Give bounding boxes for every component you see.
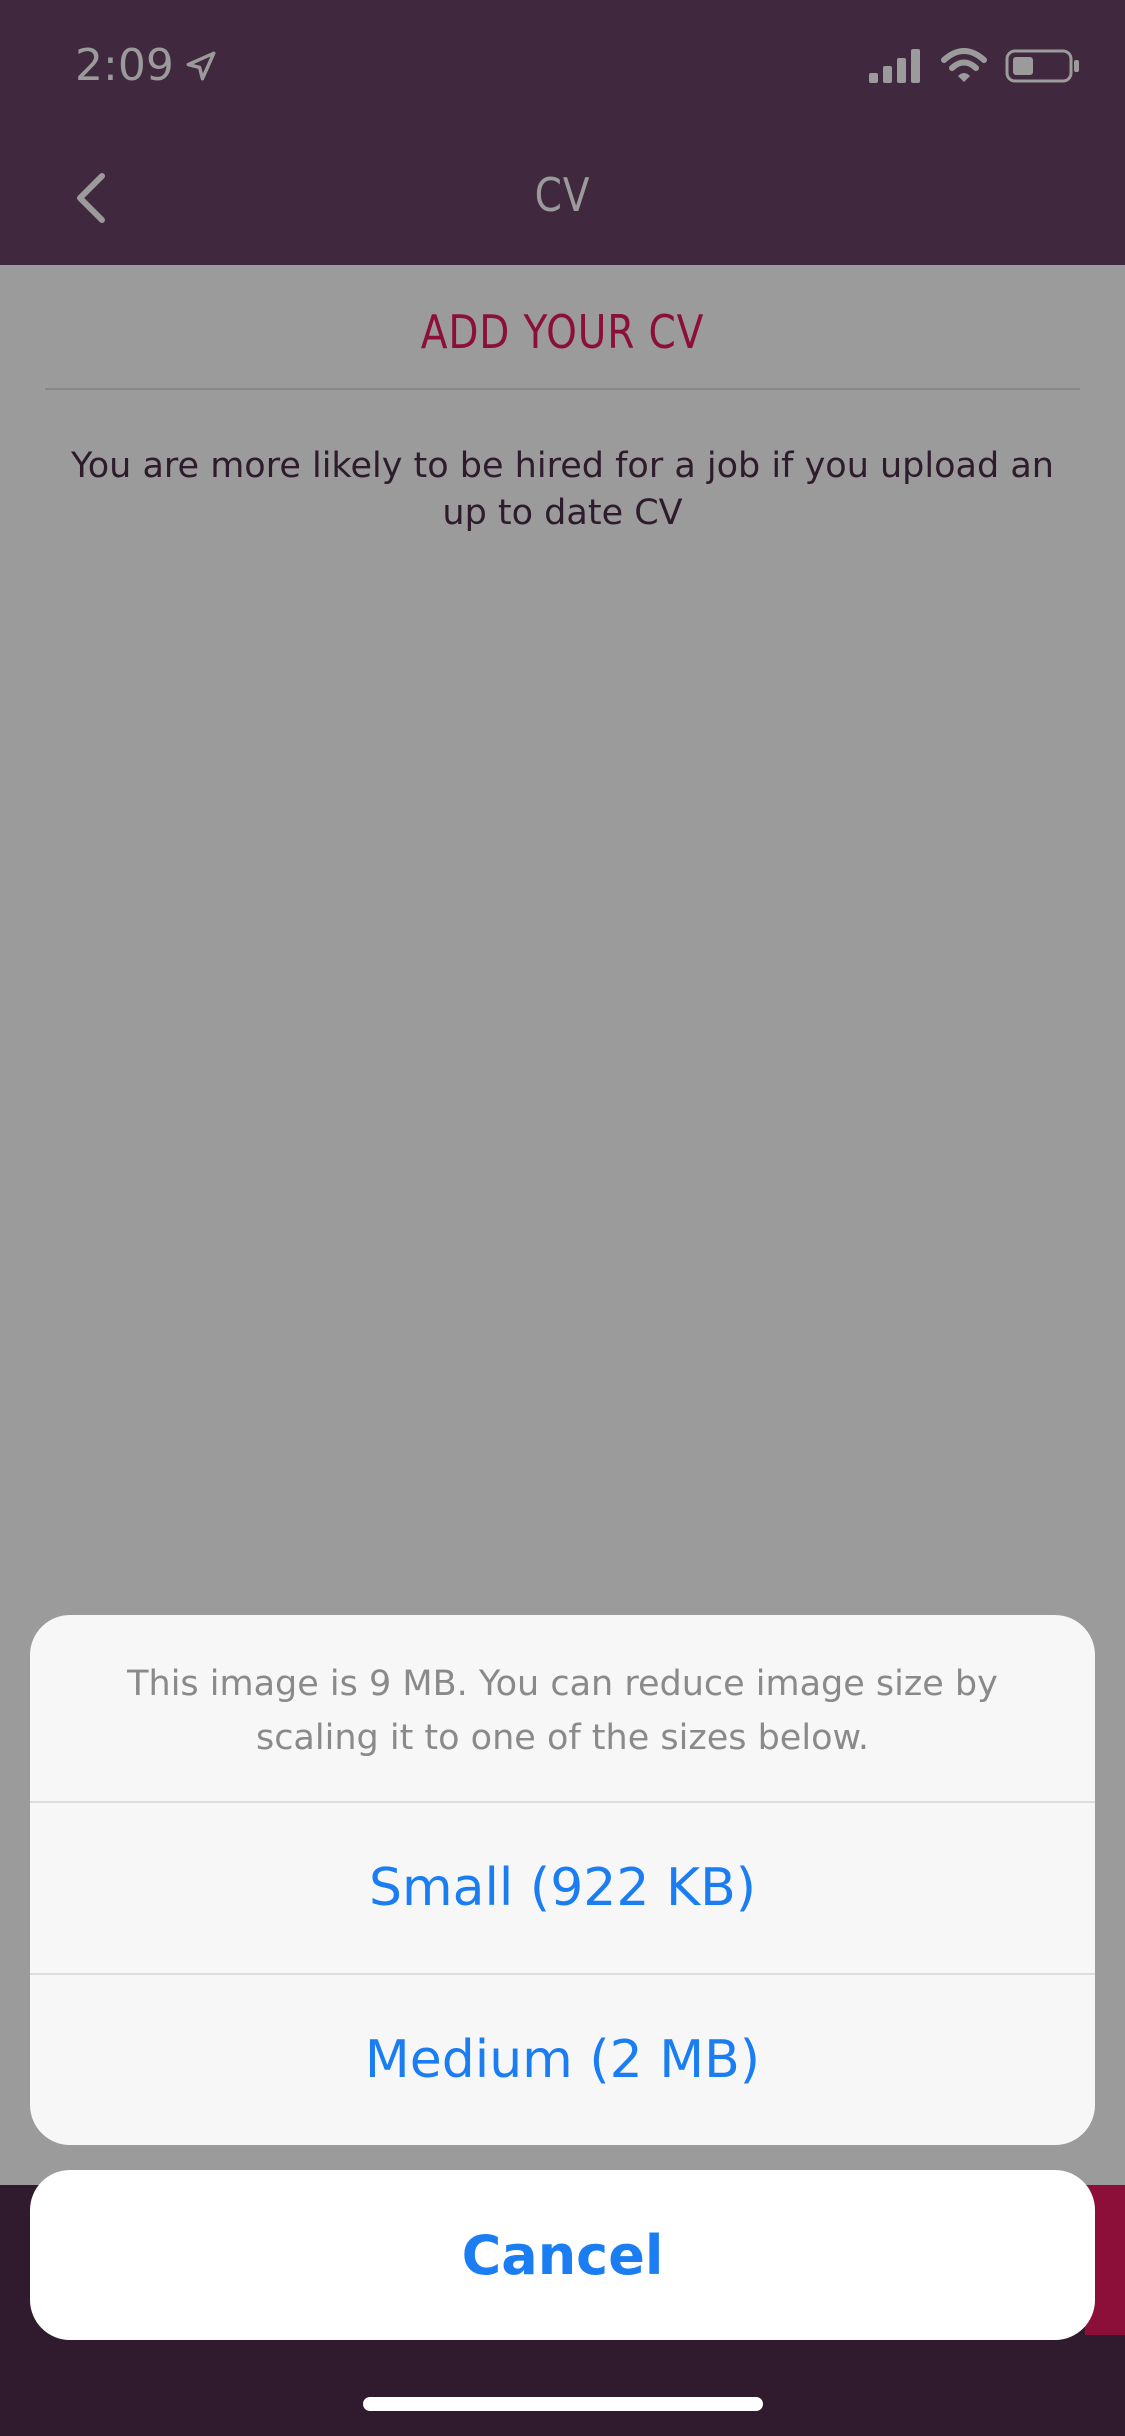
status-time: 2:09 <box>75 40 218 91</box>
wifi-icon <box>941 48 987 82</box>
action-sheet-message: This image is 9 MB. You can reduce image… <box>127 1664 998 1758</box>
location-arrow-icon <box>186 51 216 80</box>
small-size-option[interactable]: Small (922 KB) <box>30 1803 1095 1973</box>
cancel-button[interactable]: Cancel <box>30 2170 1095 2340</box>
image-size-action-sheet: This image is 9 MB. You can reduce image… <box>30 1615 1095 2145</box>
status-bar: 2:09 <box>0 0 1125 130</box>
heading-divider <box>45 388 1080 390</box>
section-heading: ADD YOUR CV <box>420 305 705 359</box>
intro-text: You are more likely to be hired for a jo… <box>71 446 1054 533</box>
home-indicator[interactable] <box>363 2397 763 2411</box>
status-icons <box>869 48 1081 84</box>
status-time-text: 2:09 <box>75 40 174 91</box>
medium-size-option[interactable]: Medium (2 MB) <box>30 1975 1095 2145</box>
signal-icon <box>869 49 920 83</box>
battery-icon <box>1005 49 1079 83</box>
page-title: CV <box>534 168 591 222</box>
navigation-bar: CV <box>0 130 1125 265</box>
